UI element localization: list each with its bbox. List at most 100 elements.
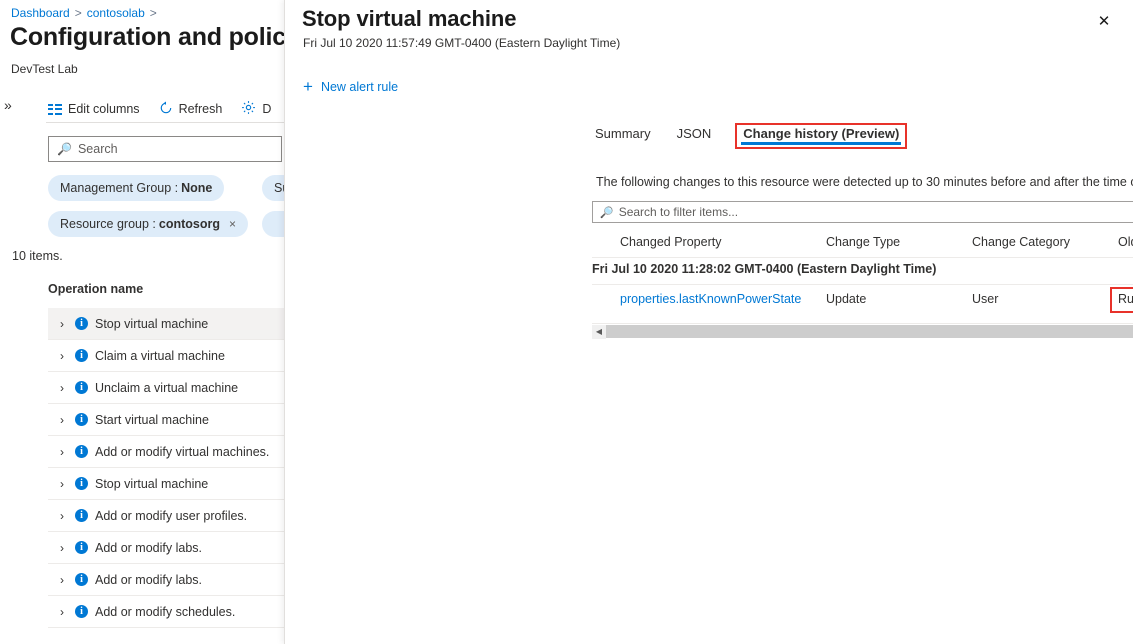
operation-label: Add or modify user profiles. (95, 508, 248, 523)
chevron-right-icon[interactable]: › (60, 381, 64, 395)
operation-label: Add or modify virtual machines. (95, 444, 270, 459)
breadcrumb: Dashboard > contosolab > (11, 6, 162, 20)
items-count: 10 items. (12, 249, 63, 263)
breadcrumb-separator-icon: > (149, 6, 157, 20)
search-input[interactable]: 🔍 Search (48, 136, 282, 162)
info-icon: i (75, 541, 88, 554)
page-title: Configuration and policies (10, 23, 284, 51)
blade-title: Stop virtual machine (302, 6, 517, 31)
column-header[interactable]: Old Value (1118, 235, 1133, 249)
scroll-left-arrow-icon[interactable]: ◀ (592, 324, 606, 339)
operation-label: Start virtual machine (95, 412, 209, 427)
operation-row[interactable]: › i Claim a virtual machine (48, 340, 284, 372)
operation-label: Unclaim a virtual machine (95, 380, 239, 395)
chevron-right-icon[interactable]: › (60, 541, 64, 555)
column-header[interactable]: Change Type (826, 235, 900, 249)
tab-label: JSON (676, 126, 712, 141)
operation-row[interactable]: › i Start virtual machine (48, 404, 284, 436)
tab-json[interactable]: JSON (677, 123, 712, 149)
group-timestamp: Fri Jul 10 2020 11:28:02 GMT-0400 (Easte… (592, 262, 937, 276)
horizontal-scrollbar[interactable]: ◀ ▶ (592, 323, 1133, 339)
edit-columns-button[interactable]: Edit columns (46, 100, 148, 118)
chevron-double-right-icon[interactable]: » (4, 97, 12, 113)
search-icon: 🔍 (600, 206, 614, 219)
filter-pill-subscription-partial[interactable]: Su (262, 175, 284, 201)
breadcrumb-item-contosolab[interactable]: contosolab (87, 6, 145, 20)
operation-label: Stop virtual machine (95, 476, 209, 491)
info-icon: i (75, 413, 88, 426)
table-row: properties.lastKnownPowerState Update User… (592, 285, 1133, 317)
chevron-right-icon[interactable]: › (60, 477, 64, 491)
change-history-table: Changed Property Change Type Change Catego… (592, 231, 1133, 317)
operation-row[interactable]: › i Add or modify virtual machines. (48, 436, 284, 468)
info-icon: i (75, 573, 88, 586)
filter-pill-resource-group[interactable]: Resource group : contosorg × (48, 211, 249, 237)
filter-pill-value: contosorg (158, 217, 220, 231)
operation-row[interactable]: › i Stop virtual machine (48, 308, 284, 340)
scrollbar-thumb[interactable] (606, 325, 1133, 338)
close-icon[interactable]: × (229, 217, 236, 231)
tab-change-history-preview[interactable]: Change history (Preview) (735, 123, 908, 149)
left-toolbar: Edit columns Refresh D (46, 96, 284, 122)
info-icon: i (75, 349, 88, 362)
left-pane: Dashboard > contosolab > Configuration and … (0, 0, 284, 644)
refresh-label: Refresh (178, 102, 223, 116)
gear-icon (241, 100, 256, 118)
edit-columns-label: Edit columns (68, 102, 140, 116)
page-subtitle: DevTest Lab (11, 62, 78, 76)
chevron-right-icon[interactable]: › (60, 445, 64, 459)
operation-row[interactable]: › i Add or modify user profiles. (48, 500, 284, 532)
tab-label: Summary (595, 126, 651, 141)
tab-summary[interactable]: Summary (595, 123, 651, 149)
operation-row[interactable]: › i Unclaim a virtual machine (48, 372, 284, 404)
search-placeholder: Search (77, 142, 118, 156)
filter-items-input[interactable]: 🔍 Search to filter items... (592, 201, 1133, 223)
toolbar-divider (46, 122, 284, 123)
info-icon: i (75, 445, 88, 458)
old-value-highlight (1110, 287, 1133, 313)
plus-icon: + (303, 77, 313, 96)
breadcrumb-item-dashboard[interactable]: Dashboard (11, 6, 70, 20)
screen: Dashboard > contosolab > Configuration and … (0, 0, 1133, 644)
column-header[interactable]: Changed Property (620, 235, 721, 249)
refresh-button[interactable]: Refresh (157, 99, 231, 120)
info-icon: i (75, 605, 88, 618)
operation-list: › i Stop virtual machine › i Claim a virtual … (48, 308, 284, 628)
chevron-right-icon[interactable]: › (60, 573, 64, 587)
scrollbar-track[interactable] (606, 325, 1133, 338)
operation-row[interactable]: › i Stop virtual machine (48, 468, 284, 500)
new-alert-rule-button[interactable]: + New alert rule (303, 78, 398, 95)
diagnose-label: D (262, 102, 272, 116)
filter-pill-label: Management Group : (60, 181, 179, 195)
chevron-right-icon[interactable]: › (60, 349, 64, 363)
chevron-right-icon[interactable]: › (60, 509, 64, 523)
filter-pill-management-group[interactable]: Management Group : None (48, 175, 225, 201)
chevron-right-icon[interactable]: › (60, 317, 64, 331)
changed-property-cell[interactable]: properties.lastKnownPowerState (620, 292, 801, 306)
operation-row[interactable]: › i Add or modify labs. (48, 564, 284, 596)
blade-subtitle: Fri Jul 10 2020 11:57:49 GMT-0400 (Easte… (303, 36, 621, 50)
table-group-header: Fri Jul 10 2020 11:28:02 GMT-0400 (Easte… (592, 258, 1133, 285)
operation-name-column-header: Operation name (48, 282, 144, 296)
refresh-icon (159, 101, 173, 118)
info-icon: i (75, 477, 88, 490)
operation-label: Stop virtual machine (95, 316, 209, 331)
details-blade: Stop virtual machine Fri Jul 10 2020 11:… (284, 0, 1133, 644)
filter-pill-label: Su (274, 181, 284, 195)
change-type-cell: Update (826, 292, 867, 306)
operation-label: Add or modify labs. (95, 572, 202, 587)
tab-label: Change history (Preview) (743, 126, 900, 141)
change-category-cell: User (972, 292, 999, 306)
chevron-right-icon[interactable]: › (60, 413, 64, 427)
diagnose-button[interactable]: D (239, 98, 279, 120)
filter-pill-label: Resource group : (60, 217, 156, 231)
chevron-right-icon[interactable]: › (60, 605, 64, 619)
tab-active-underline (741, 142, 902, 145)
close-icon[interactable]: ✕ (1091, 8, 1117, 34)
filter-pill-partial-2[interactable] (262, 211, 284, 237)
operation-row[interactable]: › i Add or modify schedules. (48, 596, 284, 628)
operation-row[interactable]: › i Add or modify labs. (48, 532, 284, 564)
info-icon: i (75, 317, 88, 330)
column-header[interactable]: Change Category (972, 235, 1070, 249)
table-header-row: Changed Property Change Type Change Catego… (592, 231, 1133, 258)
